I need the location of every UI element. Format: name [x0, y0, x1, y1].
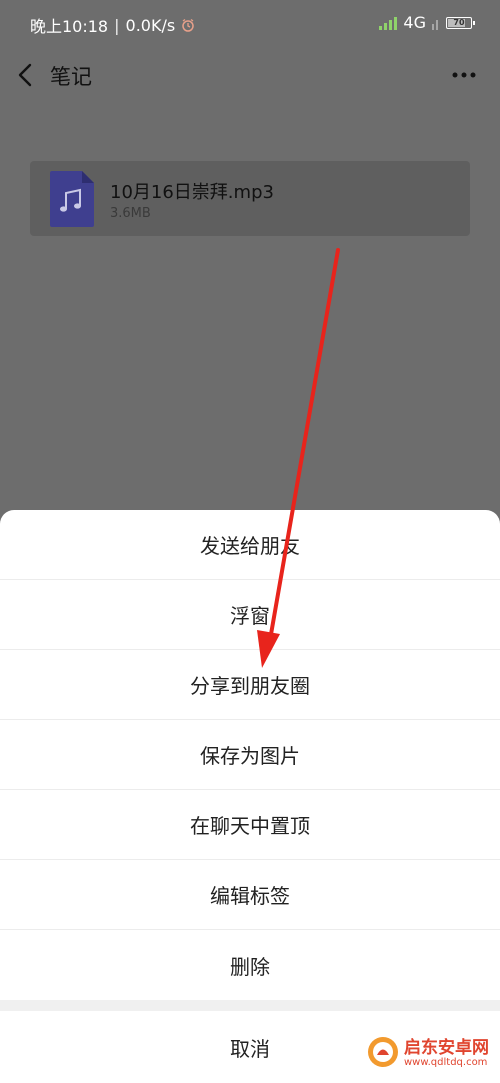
menu-item-save-as-image[interactable]: 保存为图片 — [0, 720, 500, 790]
status-left: 晚上10:18 | 0.0K/s — [30, 13, 195, 37]
watermark-title: 启东安卓网 — [404, 1038, 489, 1058]
menu-item-floating-window[interactable]: 浮窗 — [0, 580, 500, 650]
menu-item-pin-to-chat[interactable]: 在聊天中置顶 — [0, 790, 500, 860]
watermark: 启东安卓网 www.qdltdq.com — [366, 1031, 496, 1077]
file-card[interactable]: 10月16日崇拜.mp3 3.6MB — [30, 161, 470, 236]
watermark-url: www.qdltdq.com — [404, 1057, 488, 1068]
signal-secondary-icon — [432, 19, 438, 30]
menu-item-share-to-moments[interactable]: 分享到朋友圈 — [0, 650, 500, 720]
header: 笔记 — [0, 46, 500, 104]
menu-item-delete[interactable]: 删除 — [0, 930, 500, 1000]
action-sheet: 发送给朋友 浮窗 分享到朋友圈 保存为图片 在聊天中置顶 编辑标签 删除 取消 — [0, 510, 500, 1083]
status-time: 晚上10:18 — [30, 17, 109, 36]
alarm-icon — [182, 18, 194, 32]
battery-icon: 70 — [446, 16, 475, 29]
sheet-divider — [0, 1000, 500, 1011]
file-size: 3.6MB — [110, 206, 151, 221]
network-label: 4G — [403, 13, 426, 32]
audio-file-icon — [50, 171, 94, 227]
status-right: 4G 70 — [379, 13, 475, 32]
status-speed: 0.0K/s — [125, 15, 176, 35]
menu-item-edit-tags[interactable]: 编辑标签 — [0, 860, 500, 930]
back-arrow-icon[interactable] — [14, 62, 36, 88]
more-options-icon[interactable] — [452, 72, 476, 78]
status-bar: 晚上10:18 | 0.0K/s 4G 70 — [0, 0, 500, 46]
watermark-logo-icon — [368, 1037, 398, 1067]
signal-icon — [379, 16, 398, 30]
menu-item-send-to-friend[interactable]: 发送给朋友 — [0, 510, 500, 580]
battery-level: 70 — [453, 18, 465, 27]
file-name: 10月16日崇拜.mp3 — [110, 182, 274, 203]
status-separator: | — [114, 15, 120, 35]
page-title: 笔记 — [50, 65, 92, 89]
